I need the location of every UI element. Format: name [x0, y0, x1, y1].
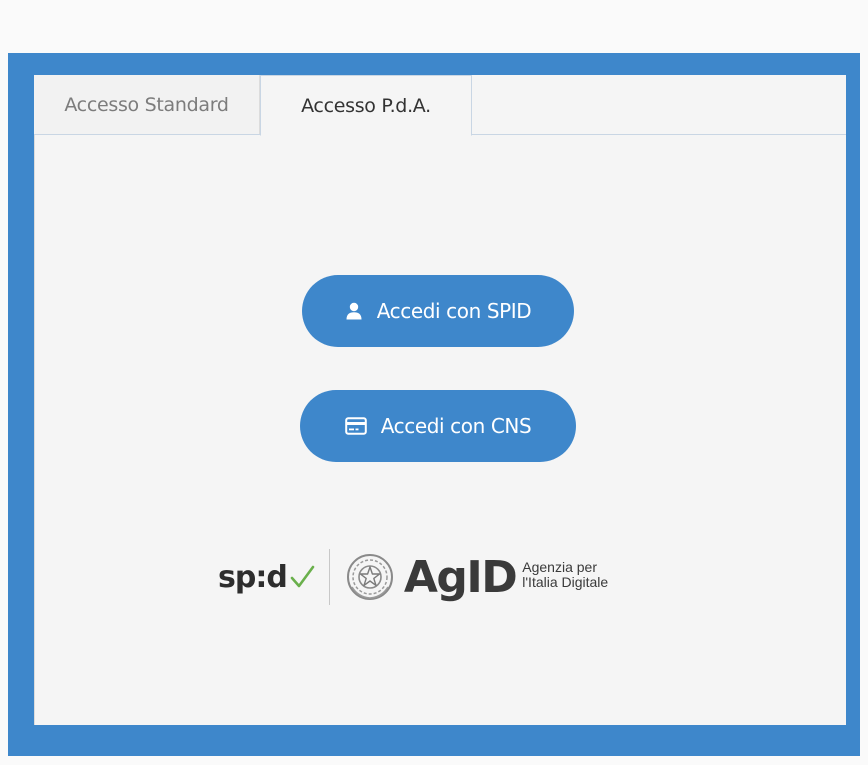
- tab-bar: Accesso Standard Accesso P.d.A.: [34, 75, 846, 136]
- tab-label: Accesso P.d.A.: [301, 94, 431, 117]
- check-icon: [290, 565, 315, 588]
- login-panel: Accesso Standard Accesso P.d.A. Accedi c…: [34, 75, 846, 725]
- spid-agid-logos: sp:d AgID Agenzia per l'Italia Digitale: [218, 542, 608, 612]
- tab-label: Accesso Standard: [64, 94, 229, 116]
- agid-logo-text: AgID: [403, 551, 518, 603]
- tab-accesso-pda[interactable]: Accesso P.d.A.: [260, 75, 472, 136]
- agid-subtitle-line2: l'Italia Digitale: [522, 574, 609, 590]
- spid-logo-text: sp:d: [218, 559, 288, 595]
- login-frame: Accesso Standard Accesso P.d.A. Accedi c…: [8, 53, 860, 756]
- card-icon: [344, 417, 367, 435]
- spid-login-button[interactable]: Accedi con SPID: [302, 275, 574, 347]
- cns-login-button[interactable]: Accedi con CNS: [300, 390, 576, 462]
- agid-subtitle-line1: Agenzia per: [522, 559, 597, 575]
- logo-divider: [328, 549, 330, 605]
- spid-button-label: Accedi con SPID: [376, 299, 532, 323]
- agid-subtitle: Agenzia per l'Italia Digitale: [522, 560, 608, 590]
- cns-button-label: Accedi con CNS: [380, 414, 532, 438]
- tab-accesso-standard[interactable]: Accesso Standard: [34, 75, 260, 135]
- spid-logo: sp:d: [218, 560, 315, 595]
- panel-left-border: [34, 135, 35, 725]
- user-icon: [345, 302, 363, 320]
- italian-emblem-icon: [346, 554, 393, 600]
